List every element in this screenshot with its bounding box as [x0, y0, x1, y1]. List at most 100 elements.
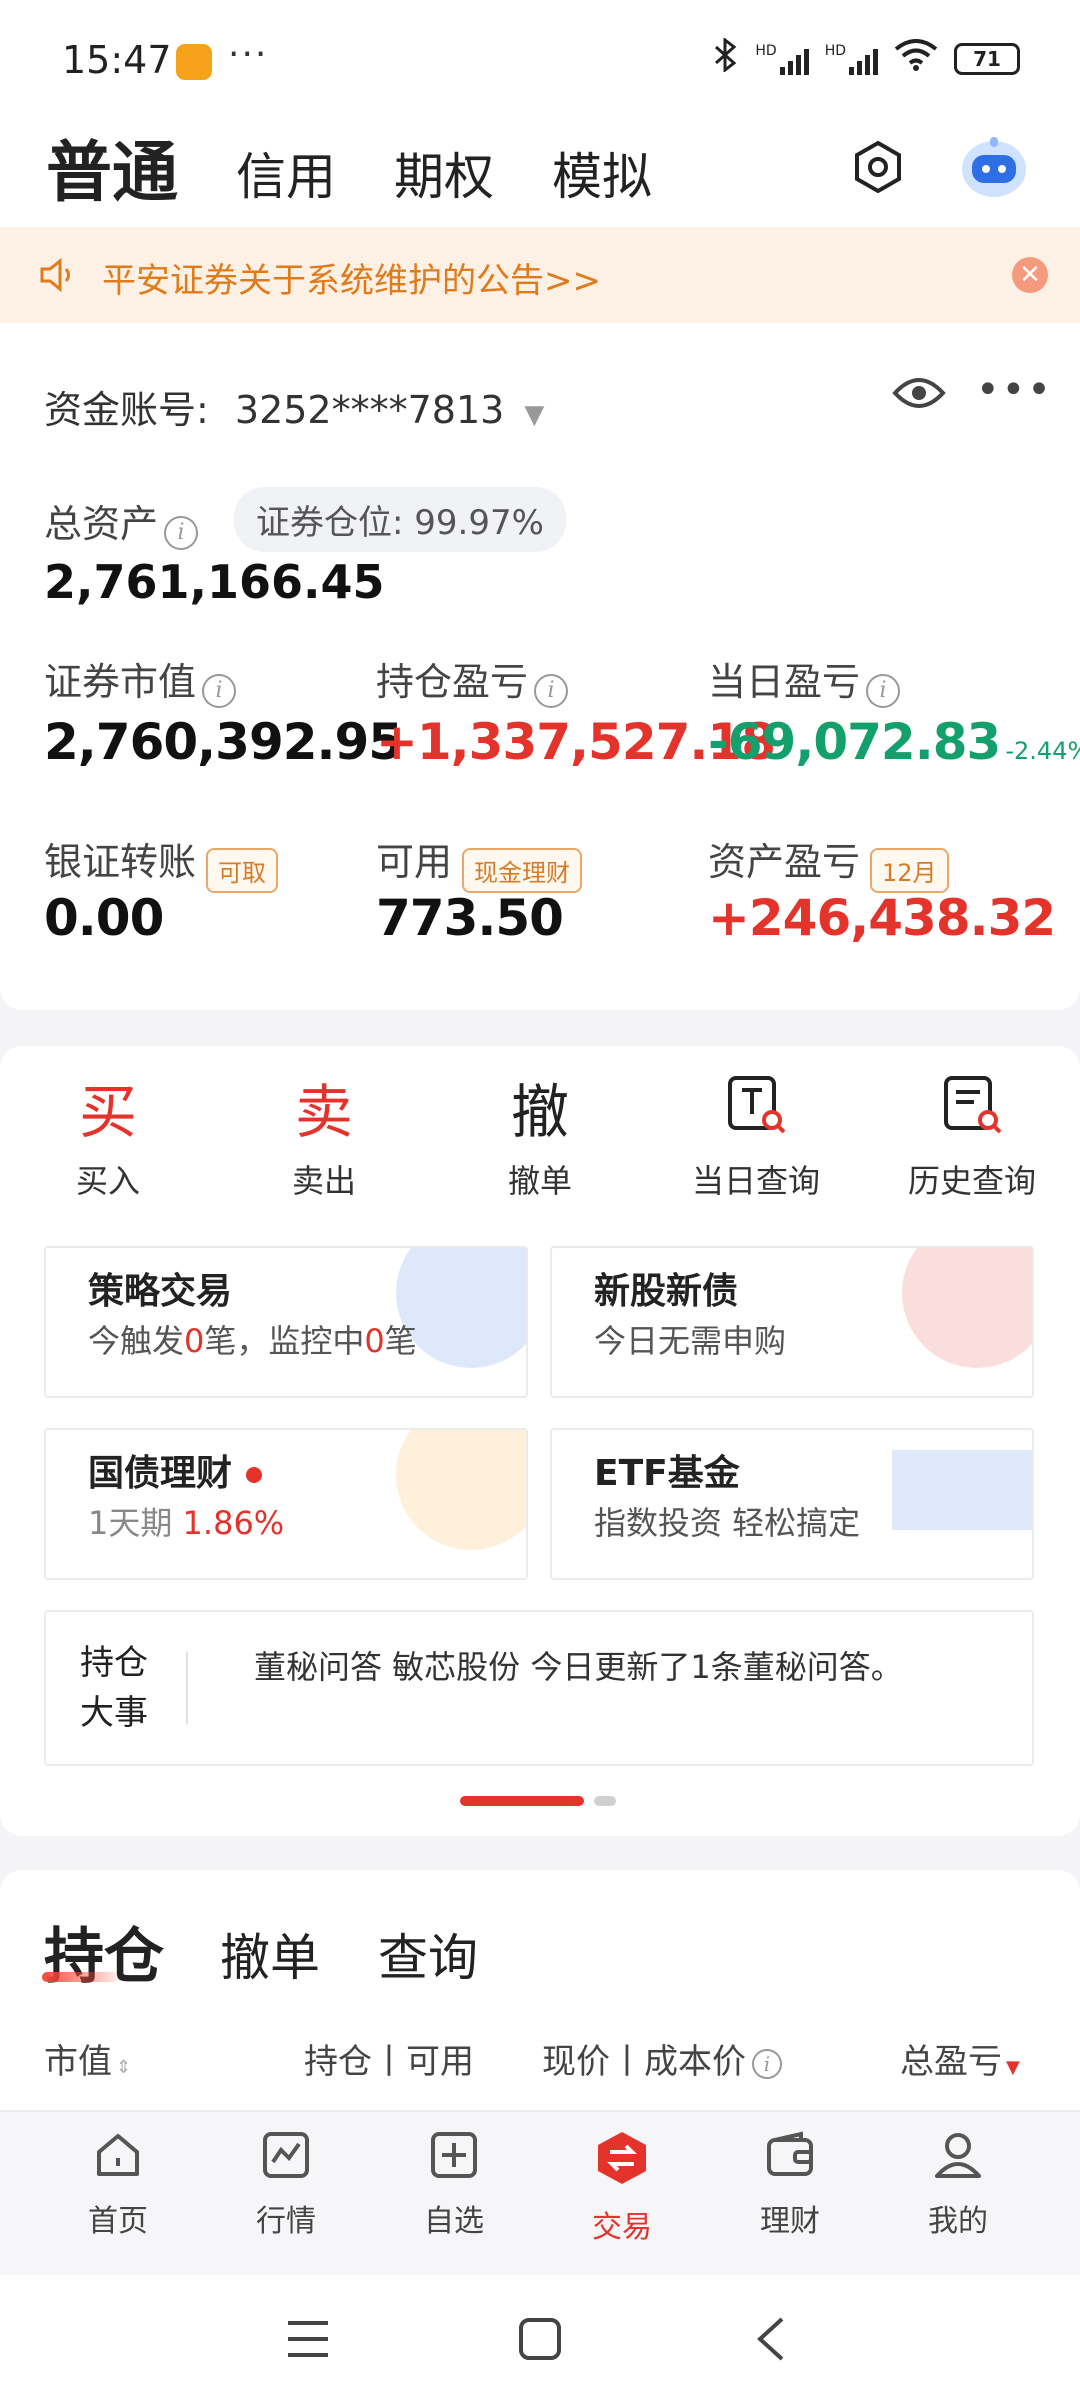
nav-watchlist[interactable]: 自选 [384, 2130, 524, 2240]
sell-icon: 卖 [294, 1078, 353, 1146]
available-label: 可用 [376, 840, 453, 884]
account-number: 3252****7813 [234, 388, 505, 432]
tab-options[interactable]: 期权 [394, 137, 494, 209]
holding-events-panel[interactable]: 持仓 大事 董秘问答 敏芯股份 今日更新了1条董秘问答。 [44, 1610, 1034, 1766]
buy-button[interactable]: 买 买入 [0, 1072, 216, 1202]
asset-pnl-label-row[interactable]: 资产盈亏 12月 [708, 831, 949, 893]
assistant-robot-icon[interactable] [958, 133, 1030, 205]
nav-trade[interactable]: 交易 [552, 2130, 692, 2246]
cash-management-tag[interactable]: 现金理财 [462, 848, 583, 893]
signal-icon-2: HD [825, 43, 878, 75]
sort-icon: ⇕ [116, 2057, 132, 2078]
bank-transfer-label-row[interactable]: 银证转账 可取 [44, 831, 279, 893]
tab-normal[interactable]: 普通 [40, 119, 178, 215]
home-square-icon[interactable] [518, 2317, 562, 2365]
eye-icon[interactable] [892, 373, 946, 417]
daily-pnl-value: -69,072.83 [708, 713, 1001, 771]
nav-finance[interactable]: 理财 [720, 2130, 860, 2240]
position-header: 持仓丨可用 [304, 2042, 474, 2082]
cancel-order-button[interactable]: 撤 撤单 [432, 1072, 648, 1202]
divider [186, 1652, 188, 1724]
total-assets-label: 总资产 [44, 502, 159, 546]
position-ratio-badge: 证券仓位: 99.97% [234, 487, 566, 552]
notice-banner[interactable]: 平安证券关于系统维护的公告>> ✕ [0, 227, 1080, 323]
history-query-button[interactable]: 历史查询 [864, 1072, 1080, 1202]
daily-pnl-label: 当日盈亏 [708, 660, 861, 704]
notice-text[interactable]: 平安证券关于系统维护的公告>> [102, 253, 601, 302]
tab-credit[interactable]: 信用 [236, 137, 336, 209]
treasury-finance-tile[interactable]: 国债理财 1天期 1.86% [44, 1428, 528, 1580]
account-number-row[interactable]: 资金账号: 3252****7813 ▼ [44, 379, 544, 434]
tile-title: 国债理财 [88, 1444, 263, 1496]
tab-cancel-orders[interactable]: 撤单 [220, 1918, 320, 1990]
more-notifications-icon: ··· [228, 34, 269, 75]
tile-title: 新股新债 [594, 1271, 739, 1312]
nav-label: 理财 [760, 2204, 820, 2239]
nav-label: 首页 [88, 2204, 148, 2239]
sell-button[interactable]: 卖 卖出 [216, 1072, 432, 1202]
asset-pnl-label: 资产盈亏 [708, 840, 861, 884]
holding-pnl-label: 持仓盈亏 [376, 660, 529, 704]
info-icon[interactable]: i [752, 2048, 782, 2079]
chart-icon [263, 2132, 309, 2178]
settings-hex-icon[interactable] [850, 139, 906, 199]
account-summary-card: 资金账号: 3252****7813 ▼ ••• 总资产 i 证券仓位: 99.9… [0, 323, 1080, 1010]
daily-pnl-percent: -2.44% [1005, 737, 1080, 765]
account-label: 资金账号: [44, 388, 209, 432]
tile-subtitle: 今日无需申购 [594, 1322, 787, 1360]
status-time: 15:47 [62, 38, 172, 82]
sort-market-value[interactable]: 市值 ⇕ [44, 2034, 131, 2083]
back-icon[interactable] [752, 2315, 788, 2367]
tile-title: 策略交易 [88, 1271, 233, 1312]
events-text[interactable]: 董秘问答 敏芯股份 今日更新了1条董秘问答。 [254, 1642, 903, 1688]
holdings-section: 持仓 撤单 查询 市值 ⇕ 持仓丨可用 现价丨成本价 i 总盈亏 ▼ [0, 1870, 1080, 2110]
wifi-icon [894, 39, 938, 79]
withdrawable-tag: 可取 [206, 848, 279, 893]
battery-icon: 71 [954, 43, 1020, 75]
month-tag[interactable]: 12月 [870, 848, 949, 893]
daily-query-button[interactable]: 当日查询 [648, 1072, 864, 1202]
daily-pnl-label-row: 当日盈亏 i [708, 651, 901, 708]
trade-card: 买 买入 卖 卖出 撤 撤单 当日查询 历史查询 策略交易 今触发0笔，监控中0… [0, 1046, 1080, 1836]
history-query-label: 历史查询 [907, 1162, 1036, 1200]
tile-subtitle: 今触发0笔，监控中0笔 [88, 1322, 417, 1360]
notification-app-icon [176, 44, 212, 80]
red-dot-badge [246, 1467, 263, 1483]
nav-market[interactable]: 行情 [216, 2130, 356, 2240]
watermark-icon [902, 1248, 1032, 1368]
more-icon[interactable]: ••• [976, 367, 1053, 413]
nav-label: 我的 [928, 2204, 988, 2239]
available-label-row[interactable]: 可用 现金理财 [376, 831, 583, 893]
info-icon[interactable]: i [164, 515, 199, 550]
etf-fund-tile[interactable]: ETF基金 指数投资 轻松搞定 [550, 1428, 1034, 1580]
nav-label: 自选 [424, 2204, 484, 2239]
menu-icon[interactable] [286, 2319, 330, 2363]
asset-pnl-value: +246,438.32 [708, 889, 1056, 947]
tab-simulation[interactable]: 模拟 [552, 137, 652, 209]
history-query-icon [864, 1072, 1080, 1152]
tab-query[interactable]: 查询 [378, 1918, 478, 1990]
close-notice-icon[interactable]: ✕ [1012, 257, 1048, 293]
info-icon[interactable]: i [866, 673, 901, 708]
price-header: 现价丨成本价 i [542, 2034, 782, 2083]
home-icon [97, 2134, 139, 2176]
system-navigation-bar [0, 2275, 1080, 2400]
chevron-down-icon[interactable]: ▼ [524, 400, 544, 430]
nav-label: 交易 [592, 2210, 652, 2245]
ipo-bond-tile[interactable]: 新股新债 今日无需申购 [550, 1246, 1034, 1398]
nav-profile[interactable]: 我的 [888, 2130, 1028, 2240]
market-value-label-row: 证券市值 i [44, 651, 237, 708]
info-icon[interactable]: i [534, 673, 569, 708]
add-watchlist-icon [431, 2132, 477, 2178]
daily-query-icon [648, 1072, 864, 1152]
bluetooth-icon [713, 36, 739, 80]
strategy-trading-tile[interactable]: 策略交易 今触发0笔，监控中0笔 [44, 1246, 528, 1398]
profile-icon [935, 2133, 981, 2178]
sort-total-pnl[interactable]: 总盈亏 ▼ [900, 2034, 1020, 2083]
info-icon[interactable]: i [202, 673, 237, 708]
daily-pnl-row: -69,072.83 -2.44% [708, 713, 1080, 771]
nav-home[interactable]: 首页 [48, 2130, 188, 2240]
status-bar: 15:47 ··· HD HD 71 [0, 0, 1080, 125]
available-value: 773.50 [376, 889, 564, 947]
holding-pnl-label-row: 持仓盈亏 i [376, 651, 569, 708]
